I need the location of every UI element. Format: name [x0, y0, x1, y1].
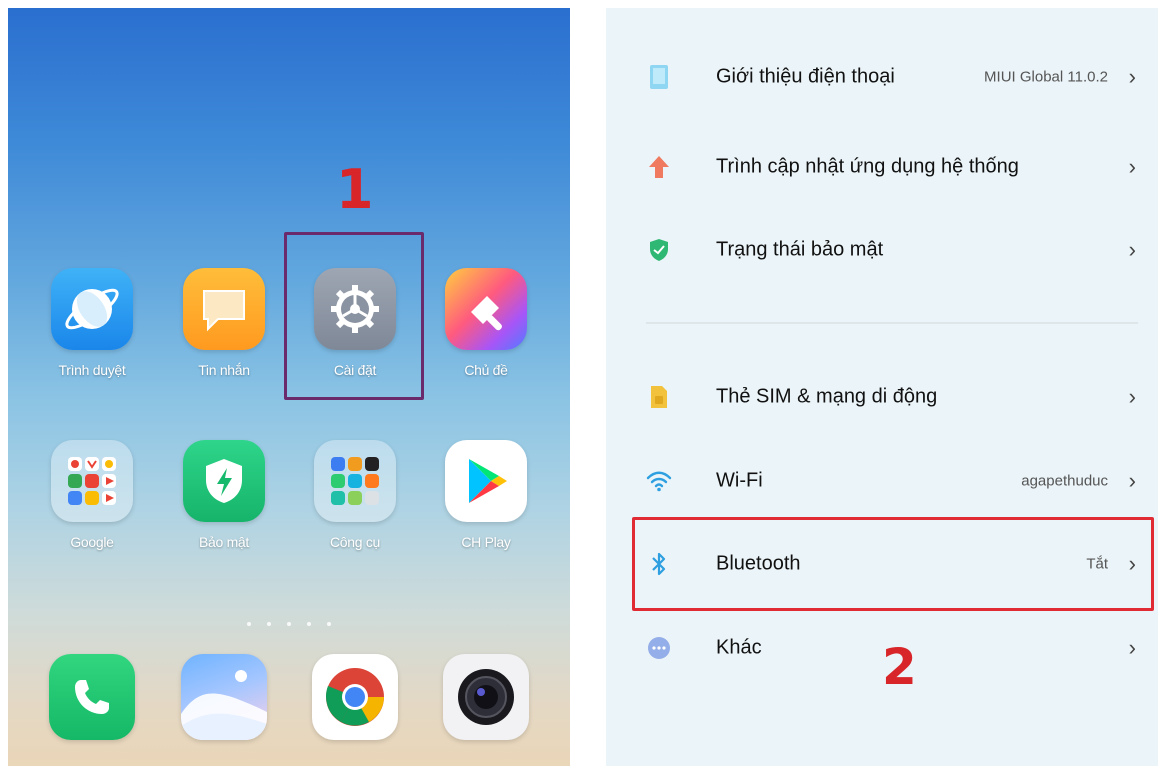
settings-item-wifi[interactable]: Wi-Fi agapethuduc ›: [606, 439, 1158, 523]
chevron-right-icon: ›: [1128, 384, 1136, 409]
app-messages[interactable]: Tin nhắn: [168, 268, 280, 398]
step-number-2: 2: [882, 638, 917, 696]
settings-item-sim-mobile-network[interactable]: Thẻ SIM & mạng di động ›: [606, 355, 1158, 439]
settings-item-title: Trạng thái bảo mật: [716, 238, 884, 261]
messages-icon: [183, 268, 265, 350]
app-label: CH Play: [461, 534, 511, 550]
phone-icon: [49, 654, 135, 740]
step-number-1: 1: [336, 158, 374, 221]
app-security[interactable]: Bảo mật: [168, 440, 280, 570]
security-shield-icon: [646, 237, 672, 263]
section-divider: [646, 322, 1138, 324]
app-row-2: Google Bảo mật Công cụ CH Play: [8, 440, 570, 570]
settings-item-title: Khác: [716, 636, 762, 659]
app-phone[interactable]: [36, 654, 148, 766]
settings-item-value: agapethuduc: [1021, 472, 1108, 490]
gallery-icon: [181, 654, 267, 740]
update-arrow-icon: [646, 154, 672, 180]
app-label: Bảo mật: [198, 534, 250, 550]
page-dot: [327, 622, 331, 626]
settings-item-title: Giới thiệu điện thoại: [716, 65, 895, 88]
bluetooth-item-highlight: [632, 517, 1154, 611]
settings-item-system-app-updater[interactable]: Trình cập nhật ứng dụng hệ thống ›: [606, 125, 1158, 209]
settings-item-about-phone[interactable]: Giới thiệu điện thoại MIUI Global 11.0.2…: [606, 35, 1158, 119]
app-label: Google: [70, 534, 114, 550]
app-google-folder[interactable]: Google: [36, 440, 148, 570]
app-camera[interactable]: [430, 654, 542, 766]
play-store-icon: [445, 440, 527, 522]
chrome-icon: [312, 654, 398, 740]
camera-icon: [443, 654, 529, 740]
chevron-right-icon: ›: [1128, 635, 1136, 660]
tools-folder-icon: [314, 440, 396, 522]
app-label: Trình duyệt: [58, 362, 126, 378]
chevron-right-icon: ›: [1128, 64, 1136, 89]
page-dot: [267, 622, 271, 626]
app-themes[interactable]: Chủ đề: [430, 268, 542, 398]
app-chrome[interactable]: [299, 654, 411, 766]
page-indicator: [8, 613, 570, 631]
settings-app-highlight: [284, 232, 424, 400]
app-label: Công cụ: [329, 534, 381, 550]
page-dot: [307, 622, 311, 626]
app-browser[interactable]: Trình duyệt: [36, 268, 148, 398]
chevron-right-icon: ›: [1128, 237, 1136, 262]
page-dot: [247, 622, 251, 626]
chevron-right-icon: ›: [1128, 468, 1136, 493]
themes-icon: [445, 268, 527, 350]
settings-item-title: Trình cập nhật ứng dụng hệ thống: [716, 155, 1019, 178]
app-label: Chủ đề: [464, 362, 508, 378]
sim-card-icon: [646, 384, 672, 410]
more-icon: [646, 635, 672, 661]
app-play-store[interactable]: CH Play: [430, 440, 542, 570]
wifi-icon: [646, 468, 672, 494]
settings-item-title: Thẻ SIM & mạng di động: [716, 385, 938, 408]
security-icon: [183, 440, 265, 522]
settings-item-value: MIUI Global 11.0.2: [984, 68, 1108, 86]
chevron-right-icon: ›: [1128, 154, 1136, 179]
dock: [8, 654, 570, 766]
app-tools-folder[interactable]: Công cụ: [299, 440, 411, 570]
google-folder-icon: [51, 440, 133, 522]
phone-info-icon: [646, 64, 672, 90]
browser-icon: [51, 268, 133, 350]
page-dot: [287, 622, 291, 626]
app-gallery[interactable]: [168, 654, 280, 766]
settings-item-security-status[interactable]: Trạng thái bảo mật ›: [606, 208, 1158, 292]
app-label: Tin nhắn: [198, 362, 250, 378]
settings-item-title: Wi-Fi: [716, 469, 763, 492]
